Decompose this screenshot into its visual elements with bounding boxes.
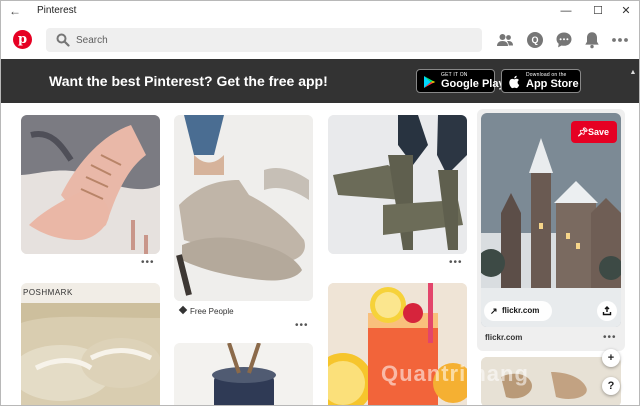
app-store-button[interactable]: Download on the App Store <box>501 69 581 93</box>
pin-more-button[interactable]: ••• <box>295 320 309 331</box>
tag-icon <box>178 305 188 315</box>
maximize-button[interactable]: ☐ <box>583 1 613 21</box>
pin-poshmark-shoes[interactable]: POSHMARK <box>21 283 160 405</box>
olive-heels-image <box>328 115 467 254</box>
people-icon[interactable] <box>495 30 515 50</box>
save-label: Save <box>588 127 610 137</box>
external-link-icon: ↗ <box>490 306 498 316</box>
title-bar: ← Pinterest — ☐ ✕ <box>1 1 639 21</box>
back-arrow-icon[interactable]: ← <box>7 3 23 19</box>
pin-domain-label: flickr.com <box>485 333 523 342</box>
google-play-icon <box>424 76 436 88</box>
notifications-icon[interactable] <box>582 30 602 50</box>
close-button[interactable]: ✕ <box>611 1 639 21</box>
pinterest-window: ← Pinterest — ☐ ✕ p Q Want the best Pint… <box>0 0 640 406</box>
messages-icon[interactable] <box>554 30 574 50</box>
pin-more-button[interactable]: ••• <box>449 257 463 268</box>
profile-initial: Q <box>527 32 543 48</box>
search-bar[interactable] <box>46 28 482 52</box>
app-store-label: App Store <box>526 78 579 90</box>
window-title: Pinterest <box>37 5 77 16</box>
profile-icon[interactable]: Q <box>525 30 545 50</box>
bottle-jar-image <box>174 343 313 405</box>
pin-icon: 📌︎ <box>577 127 589 137</box>
share-icon <box>602 306 612 316</box>
poshmark-brand: POSHMARK <box>23 288 73 297</box>
pin-more-button[interactable]: ••• <box>141 257 155 268</box>
grey-loafers-image <box>174 115 313 301</box>
watermark: Quantrimang <box>381 361 529 386</box>
banner-text: Want the best Pinterest? Get the free ap… <box>49 73 328 89</box>
pin-source-text: Free People <box>190 307 234 316</box>
pin-bottle-jar[interactable] <box>174 343 313 405</box>
source-link-button[interactable]: ↗ flickr.com <box>484 301 552 321</box>
source-link-text: flickr.com <box>502 306 540 315</box>
pin-pink-boots[interactable] <box>21 115 160 254</box>
more-icon[interactable] <box>610 30 630 50</box>
minimize-button[interactable]: — <box>551 1 581 21</box>
pink-boots-image <box>21 115 160 254</box>
google-play-label: Google Play <box>441 78 505 90</box>
poshmark-shoes-image <box>21 283 160 405</box>
share-button[interactable] <box>597 301 617 321</box>
help-button[interactable]: ? <box>602 377 620 395</box>
pin-drink-lemon[interactable] <box>328 283 467 405</box>
pinterest-logo[interactable]: p <box>13 30 32 49</box>
pin-source-label: Free People <box>178 305 234 316</box>
pin-olive-heels[interactable] <box>328 115 467 254</box>
pin-winter-castle[interactable] <box>481 113 621 327</box>
drink-lemon-image <box>328 283 467 405</box>
add-button[interactable]: + <box>602 349 620 367</box>
winter-castle-image <box>481 113 621 327</box>
search-input[interactable] <box>76 28 476 52</box>
save-button[interactable]: 📌︎ Save <box>571 121 617 143</box>
pin-more-button[interactable]: ••• <box>603 332 617 343</box>
search-icon <box>56 33 70 47</box>
apple-icon <box>509 75 520 89</box>
pin-grey-loafers[interactable] <box>174 115 313 301</box>
google-play-button[interactable]: GET IT ON Google Play <box>416 69 505 93</box>
scroll-up-arrow-icon[interactable]: ▲ <box>627 69 639 79</box>
